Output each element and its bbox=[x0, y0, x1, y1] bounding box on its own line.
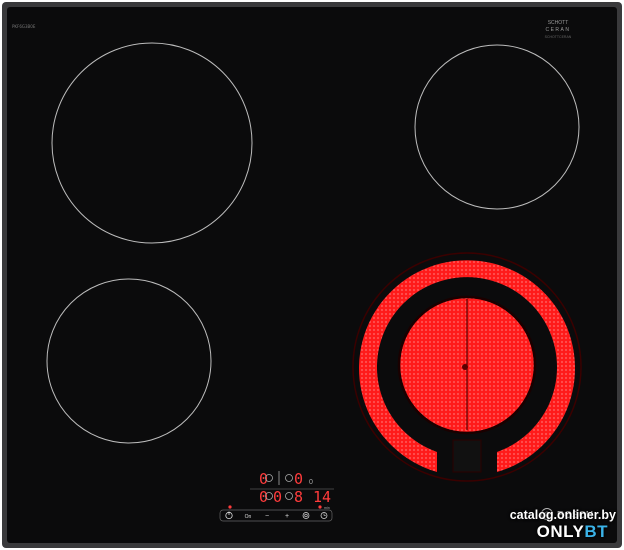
timer-unit-label: min bbox=[324, 506, 330, 510]
glass-brand-line2: CERAN bbox=[545, 27, 570, 33]
timer-indicator-dot bbox=[318, 505, 322, 509]
display-row2-mid: 0 bbox=[273, 488, 282, 506]
display-row1-mid: 0 bbox=[309, 479, 313, 486]
display-row1-right: 0 bbox=[294, 470, 303, 488]
watermark-brand-prefix: ONLY bbox=[536, 522, 585, 541]
glass-brand-sub: SCHOTTCERAN bbox=[545, 35, 572, 39]
minus-button[interactable]: − bbox=[265, 513, 269, 520]
model-code-label: PKF6G3B0E bbox=[12, 24, 36, 29]
glass-surface bbox=[7, 7, 617, 543]
display-row2-left: 0 bbox=[259, 488, 268, 506]
active-zone-dot bbox=[228, 505, 232, 509]
display-row1-left: 0 bbox=[259, 470, 268, 488]
cooktop: PKF6G3B0E SCHOTT CERAN SCHOTTCERAN 0 0 0… bbox=[2, 2, 622, 548]
display-timer-value: 14 bbox=[313, 488, 331, 506]
lock-button[interactable]: On bbox=[245, 514, 252, 520]
watermark-url: catalog.onliner.by bbox=[509, 508, 616, 522]
glass-brand-line1: SCHOTT bbox=[548, 20, 569, 26]
plus-button[interactable]: + bbox=[285, 513, 289, 520]
terminal-block bbox=[452, 439, 482, 473]
watermark-brand-suffix: BT bbox=[584, 522, 608, 541]
display-power-level: 8 bbox=[294, 488, 303, 506]
watermark: catalog.onliner.by ONLYBT bbox=[470, 508, 620, 546]
watermark-brand: ONLYBT bbox=[537, 522, 608, 542]
